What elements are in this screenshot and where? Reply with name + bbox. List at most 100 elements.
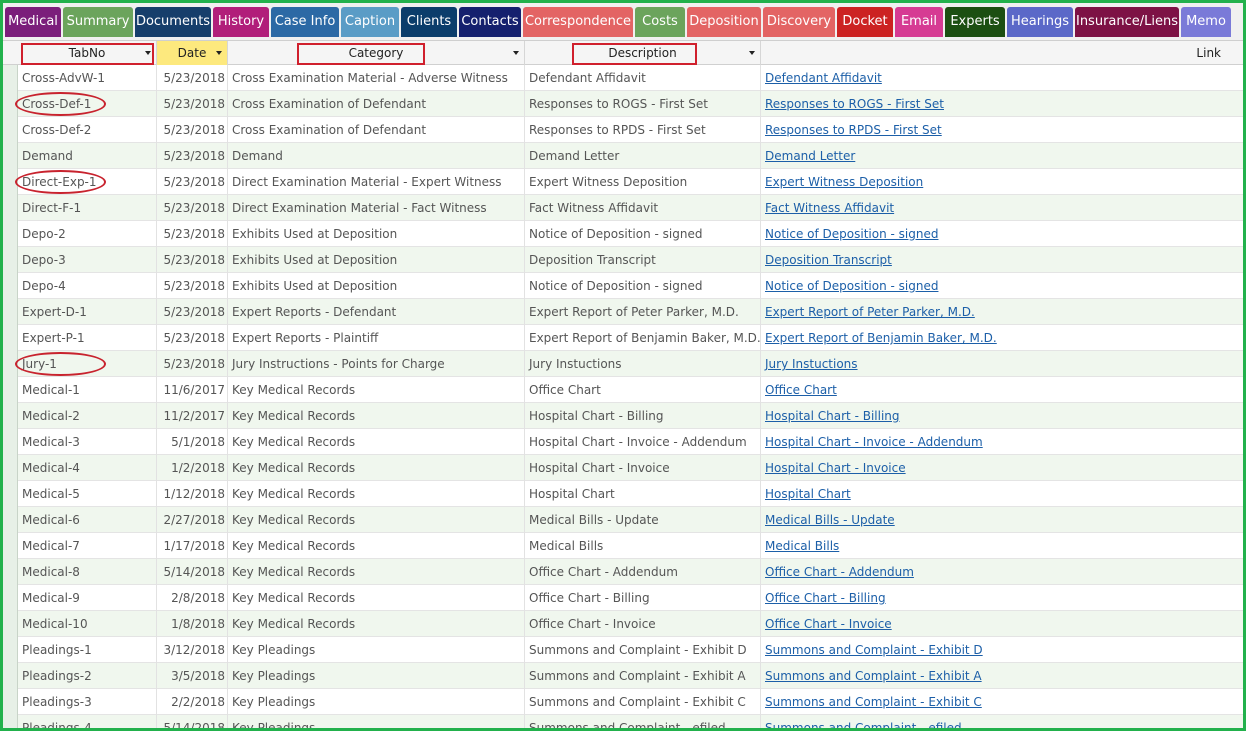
description-cell[interactable]: Deposition Transcript — [525, 247, 761, 273]
category-cell[interactable]: Key Pleadings — [228, 689, 525, 715]
date-cell[interactable]: 11/2/2017 — [157, 403, 228, 429]
tab-hearings[interactable]: Hearings — [1007, 7, 1073, 37]
category-cell[interactable]: Key Medical Records — [228, 481, 525, 507]
category-cell[interactable]: Key Pleadings — [228, 663, 525, 689]
document-link[interactable]: Hospital Chart - Invoice — [765, 461, 906, 475]
description-cell[interactable]: Responses to ROGS - First Set — [525, 91, 761, 117]
tabno-cell[interactable]: Depo-3 — [18, 247, 157, 273]
record-selector-column[interactable] — [3, 65, 18, 728]
table-row[interactable]: Cross-Def-2 5/23/2018 Cross Examination of… — [18, 117, 1243, 143]
table-row[interactable]: Pleadings-3 2/2/2018 Key Pleadings Summons … — [18, 689, 1243, 715]
description-cell[interactable]: Defendant Affidavit — [525, 65, 761, 91]
description-cell[interactable]: Expert Report of Peter Parker, M.D. — [525, 299, 761, 325]
date-cell[interactable]: 5/23/2018 — [157, 91, 228, 117]
table-row[interactable]: Medical-2 11/2/2017 Key Medical Records Hos… — [18, 403, 1243, 429]
document-link[interactable]: Hospital Chart — [765, 487, 851, 501]
description-cell[interactable]: Summons and Complaint - Exhibit C — [525, 689, 761, 715]
document-link[interactable]: Notice of Deposition - signed — [765, 227, 938, 241]
category-cell[interactable]: Exhibits Used at Deposition — [228, 273, 525, 299]
table-row[interactable]: Medical-4 1/2/2018 Key Medical Records Hosp… — [18, 455, 1243, 481]
description-cell[interactable]: Notice of Deposition - signed — [525, 221, 761, 247]
category-cell[interactable]: Cross Examination of Defendant — [228, 117, 525, 143]
tabno-cell[interactable]: Expert-D-1 — [18, 299, 157, 325]
date-cell[interactable]: 5/23/2018 — [157, 117, 228, 143]
tabno-cell[interactable]: Medical-2 — [18, 403, 157, 429]
document-link[interactable]: Office Chart - Addendum — [765, 565, 914, 579]
table-row[interactable]: Medical-1 11/6/2017 Key Medical Records Off… — [18, 377, 1243, 403]
document-link[interactable]: Expert Witness Deposition — [765, 175, 923, 189]
date-cell[interactable]: 5/23/2018 — [157, 169, 228, 195]
date-column-header[interactable]: Date — [157, 41, 228, 65]
table-row[interactable]: Medical-8 5/14/2018 Key Medical Records Off… — [18, 559, 1243, 585]
table-row[interactable]: Cross-AdvW-1 5/23/2018 Cross Examination M… — [18, 65, 1243, 91]
description-cell[interactable]: Summons and Complaint - Exhibit A — [525, 663, 761, 689]
category-cell[interactable]: Key Medical Records — [228, 559, 525, 585]
description-cell[interactable]: Hospital Chart - Invoice - Addendum — [525, 429, 761, 455]
description-cell[interactable]: Office Chart - Invoice — [525, 611, 761, 637]
date-cell[interactable]: 5/23/2018 — [157, 247, 228, 273]
date-cell[interactable]: 1/2/2018 — [157, 455, 228, 481]
table-row[interactable]: Expert-P-1 5/23/2018 Expert Reports - Plai… — [18, 325, 1243, 351]
document-link[interactable]: Demand Letter — [765, 149, 855, 163]
date-cell[interactable]: 5/23/2018 — [157, 195, 228, 221]
date-cell[interactable]: 3/5/2018 — [157, 663, 228, 689]
description-cell[interactable]: Demand Letter — [525, 143, 761, 169]
description-cell[interactable]: Responses to RPDS - First Set — [525, 117, 761, 143]
table-row[interactable]: Direct-F-1 5/23/2018 Direct Examination Ma… — [18, 195, 1243, 221]
tabno-cell[interactable]: Pleadings-3 — [18, 689, 157, 715]
category-cell[interactable]: Key Medical Records — [228, 429, 525, 455]
document-link[interactable]: Summons and Complaint - efiled — [765, 721, 962, 728]
link-column-header[interactable]: Link — [761, 41, 1243, 65]
document-link[interactable]: Expert Report of Peter Parker, M.D. — [765, 305, 975, 319]
category-cell[interactable]: Key Medical Records — [228, 507, 525, 533]
tabno-cell[interactable]: Medical-3 — [18, 429, 157, 455]
category-cell[interactable]: Exhibits Used at Deposition — [228, 221, 525, 247]
tab-medical[interactable]: Medical — [5, 7, 61, 37]
document-link[interactable]: Office Chart — [765, 383, 837, 397]
category-cell[interactable]: Cross Examination of Defendant — [228, 91, 525, 117]
date-cell[interactable]: 5/23/2018 — [157, 221, 228, 247]
table-row[interactable]: Pleadings-2 3/5/2018 Key Pleadings Summons … — [18, 663, 1243, 689]
category-cell[interactable]: Key Pleadings — [228, 715, 525, 728]
tab-documents[interactable]: Documents — [135, 7, 211, 37]
tabno-cell[interactable]: Pleadings-4 — [18, 715, 157, 728]
category-cell[interactable]: Expert Reports - Plaintiff — [228, 325, 525, 351]
document-link[interactable]: Expert Report of Benjamin Baker, M.D. — [765, 331, 997, 345]
tabno-cell[interactable]: Cross-AdvW-1 — [18, 65, 157, 91]
category-filter-dropdown-icon[interactable] — [513, 51, 519, 55]
tabno-cell[interactable]: Direct-F-1 — [18, 195, 157, 221]
date-cell[interactable]: 5/23/2018 — [157, 273, 228, 299]
date-cell[interactable]: 5/23/2018 — [157, 325, 228, 351]
table-row[interactable]: Pleadings-4 5/14/2018 Key Pleadings Summons… — [18, 715, 1243, 728]
tab-costs[interactable]: Costs — [635, 7, 685, 37]
tabno-cell[interactable]: Medical-10 — [18, 611, 157, 637]
category-cell[interactable]: Key Medical Records — [228, 377, 525, 403]
document-link[interactable]: Medical Bills — [765, 539, 839, 553]
tab-summary[interactable]: Summary — [63, 7, 133, 37]
tabno-cell[interactable]: Medical-6 — [18, 507, 157, 533]
tab-case-info[interactable]: Case Info — [271, 7, 339, 37]
document-link[interactable]: Medical Bills - Update — [765, 513, 895, 527]
tab-clients[interactable]: Clients — [401, 7, 457, 37]
date-cell[interactable]: 11/6/2017 — [157, 377, 228, 403]
tabno-cell[interactable]: Medical-1 — [18, 377, 157, 403]
table-row[interactable]: Medical-7 1/17/2018 Key Medical Records Med… — [18, 533, 1243, 559]
date-cell[interactable]: 2/8/2018 — [157, 585, 228, 611]
tabno-cell[interactable]: Depo-2 — [18, 221, 157, 247]
description-cell[interactable]: Hospital Chart - Invoice — [525, 455, 761, 481]
tabno-cell[interactable]: Medical-9 — [18, 585, 157, 611]
document-link[interactable]: Hospital Chart - Billing — [765, 409, 900, 423]
document-link[interactable]: Responses to RPDS - First Set — [765, 123, 942, 137]
table-row[interactable]: Depo-4 5/23/2018 Exhibits Used at Depositi… — [18, 273, 1243, 299]
tabno-cell[interactable]: Medical-4 — [18, 455, 157, 481]
category-cell[interactable]: Key Medical Records — [228, 585, 525, 611]
tab-docket[interactable]: Docket — [837, 7, 893, 37]
tab-experts[interactable]: Experts — [945, 7, 1005, 37]
tab-deposition[interactable]: Deposition — [687, 7, 761, 37]
date-cell[interactable]: 1/17/2018 — [157, 533, 228, 559]
document-link[interactable]: Summons and Complaint - Exhibit D — [765, 643, 983, 657]
category-cell[interactable]: Key Medical Records — [228, 403, 525, 429]
date-cell[interactable]: 5/14/2018 — [157, 559, 228, 585]
date-cell[interactable]: 5/23/2018 — [157, 65, 228, 91]
date-cell[interactable]: 1/12/2018 — [157, 481, 228, 507]
